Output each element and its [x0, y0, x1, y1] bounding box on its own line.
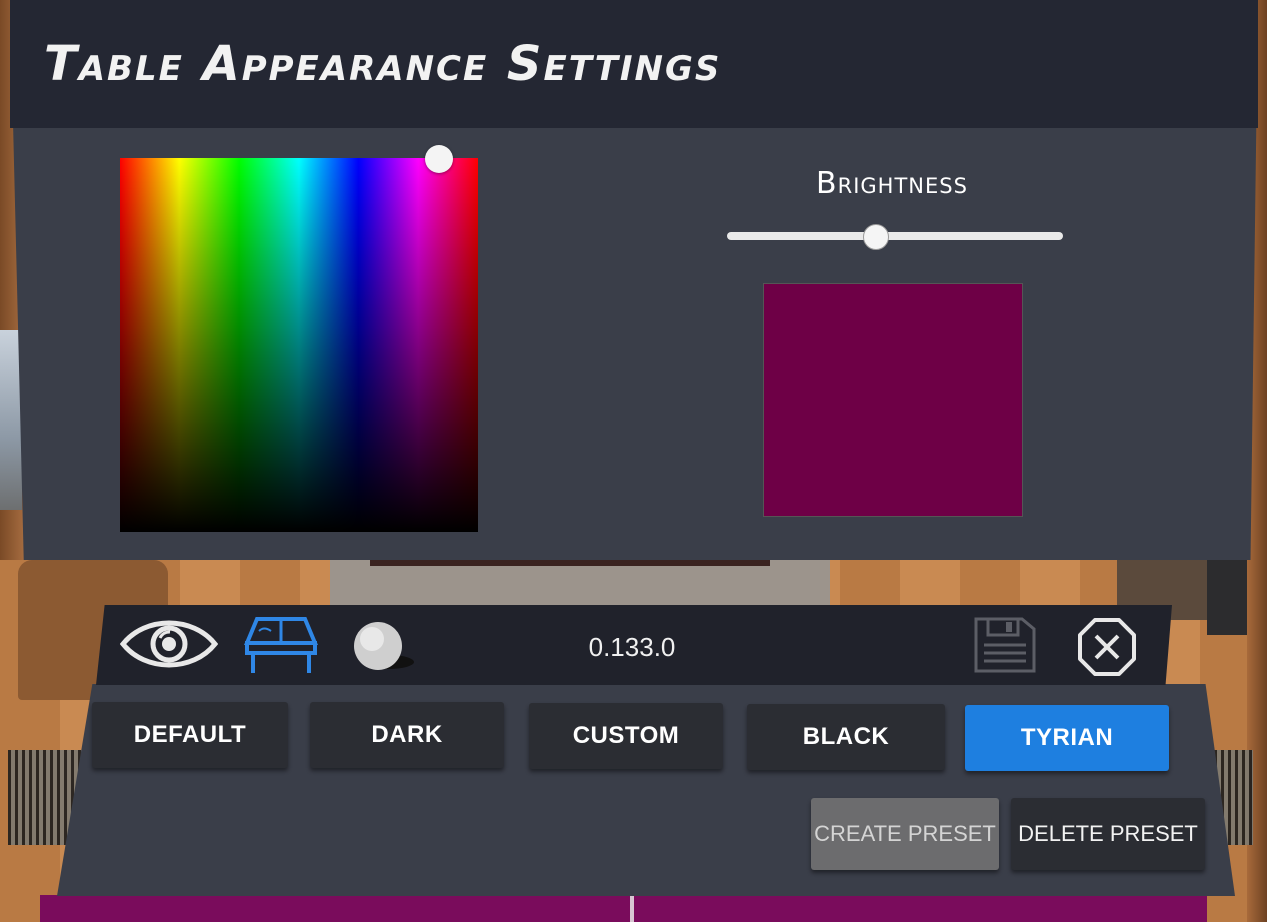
brightness-slider-thumb[interactable] [862, 224, 889, 250]
create-preset-button[interactable]: CREATE PRESET [811, 798, 999, 870]
ping-pong-table [40, 895, 1207, 922]
delete-preset-button[interactable]: DELETE PRESET [1011, 798, 1205, 870]
preset-tyrian-button[interactable]: TYRIAN [965, 705, 1169, 771]
left-window [0, 330, 22, 510]
close-icon[interactable] [1077, 617, 1137, 677]
color-picker-handle[interactable] [425, 145, 453, 173]
color-picker-gradient[interactable] [120, 158, 478, 532]
brightness-label: Brightness [816, 166, 968, 201]
preset-black-button[interactable]: BLACK [747, 704, 945, 770]
eye-icon[interactable] [119, 618, 219, 670]
preset-dark-button[interactable]: DARK [310, 702, 504, 768]
preset-default-button[interactable]: DEFAULT [92, 702, 288, 768]
version-label: 0.133.0 [588, 632, 676, 662]
ball-icon[interactable] [350, 622, 420, 674]
table-center-line [630, 895, 634, 922]
page-title: Table Appearance Settings [44, 36, 722, 92]
preset-custom-button[interactable]: CUSTOM [529, 703, 723, 769]
color-preview-swatch [763, 283, 1023, 517]
brightness-slider-track[interactable] [727, 232, 1063, 240]
table-icon[interactable] [243, 613, 319, 675]
save-icon[interactable] [972, 615, 1038, 675]
